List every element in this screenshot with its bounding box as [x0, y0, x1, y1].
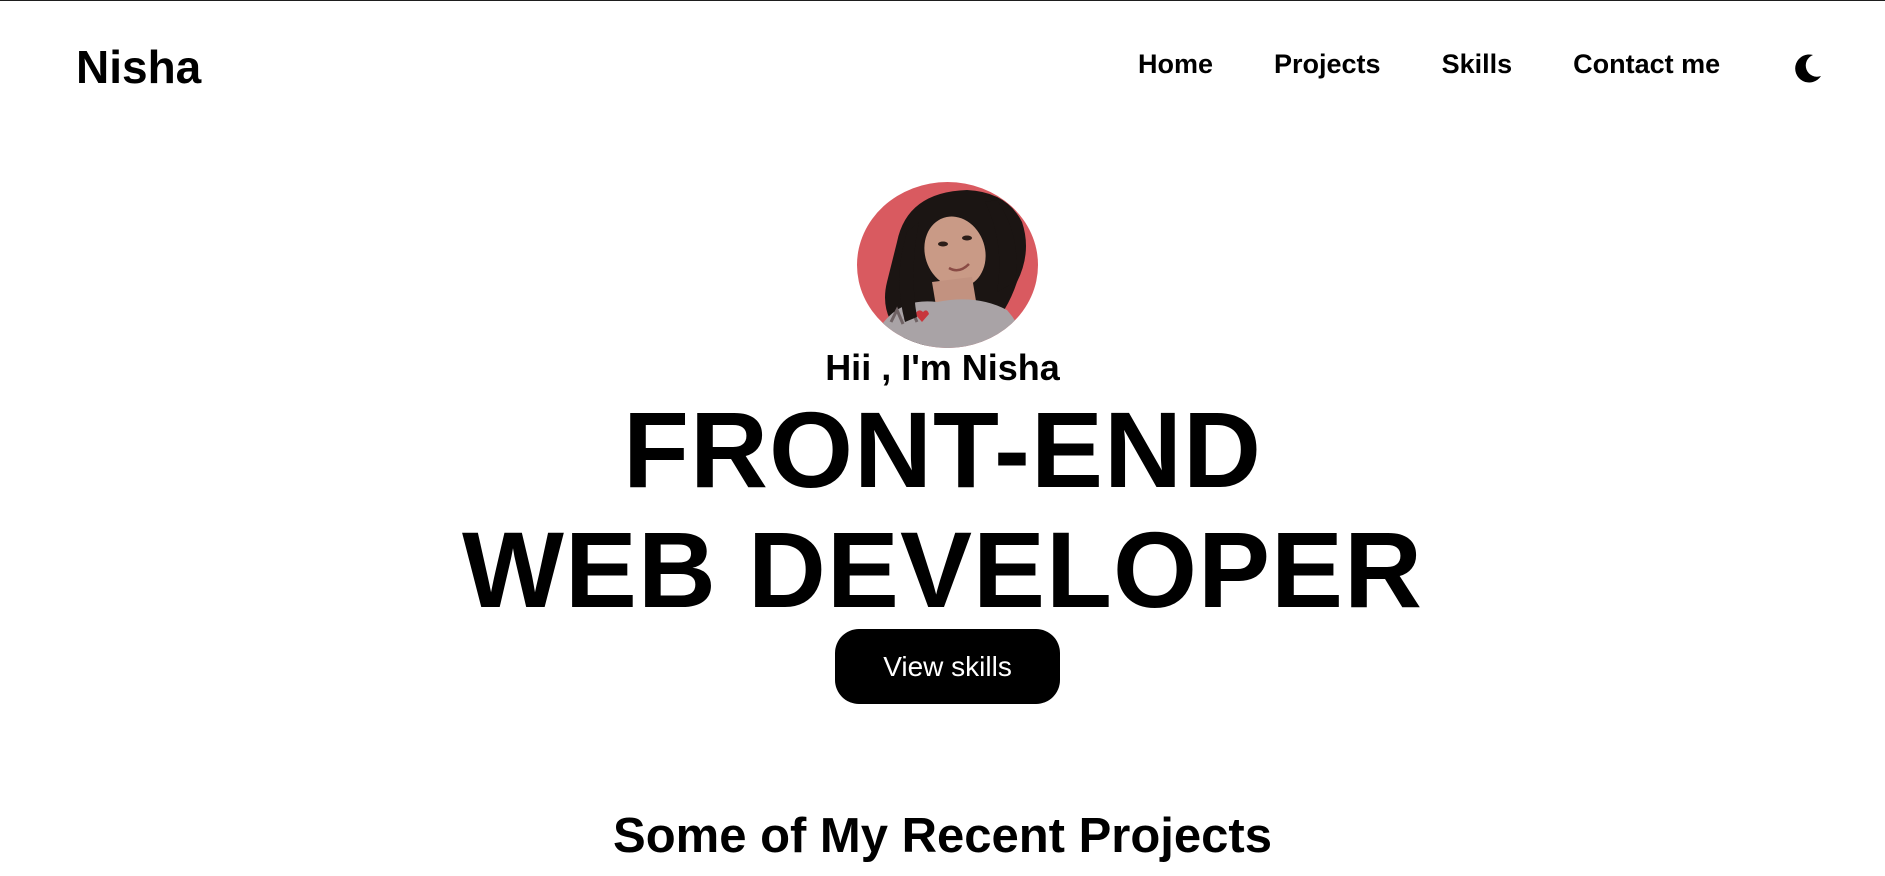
- nav-menu: Home Projects Skills Contact me: [1138, 47, 1720, 81]
- hero-title-line-2: WEB DEVELOPER: [461, 509, 1424, 630]
- brand-logo[interactable]: Nisha: [76, 39, 201, 95]
- projects-section-heading: Some of My Recent Projects: [613, 808, 1272, 863]
- navbar: Nisha Home Projects Skills Contact me: [0, 1, 1885, 141]
- moon-icon[interactable]: [1791, 51, 1825, 85]
- portfolio-page: Nisha Home Projects Skills Contact me Hi…: [0, 0, 1885, 876]
- view-skills-button[interactable]: View skills: [835, 629, 1060, 704]
- nav-link-contact[interactable]: Contact me: [1573, 47, 1720, 81]
- hero-title-line-1: FRONT-END: [623, 389, 1262, 510]
- avatar: [857, 182, 1038, 348]
- nav-link-projects[interactable]: Projects: [1274, 47, 1381, 81]
- profile-photo: [857, 182, 1038, 348]
- hero-greeting: Hii , I'm Nisha: [825, 347, 1060, 388]
- moon-icon-svg: [1795, 54, 1821, 83]
- nav-link-skills[interactable]: Skills: [1442, 47, 1513, 81]
- nav-link-home[interactable]: Home: [1138, 47, 1213, 81]
